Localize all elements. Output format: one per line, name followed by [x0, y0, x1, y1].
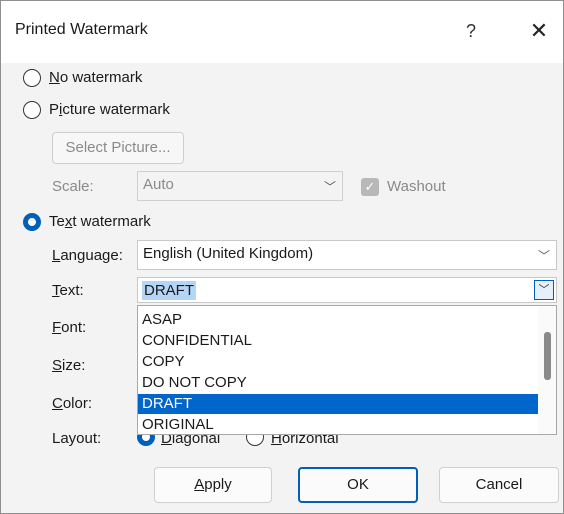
checkmark-icon: ✓	[364, 179, 376, 194]
dropdown-item-asap[interactable]: ASAP	[138, 310, 540, 330]
washout-label: Washout	[387, 178, 446, 195]
no-watermark-radio[interactable]	[23, 69, 41, 87]
ok-button[interactable]: OK	[298, 467, 418, 503]
text-watermark-text: t watermark	[72, 213, 151, 230]
text-combo[interactable]: DRAFT ﹀	[137, 277, 557, 303]
size-accel: S	[52, 357, 63, 374]
no-watermark-label[interactable]: No watermark	[49, 69, 142, 86]
close-button[interactable]: ✕	[521, 13, 557, 49]
color-label-text: olor:	[62, 395, 93, 412]
no-watermark-accel: N	[49, 69, 60, 86]
picture-watermark-text: cture watermark	[62, 101, 170, 118]
dropdown-scrollbar[interactable]	[538, 306, 556, 434]
size-label: Size:	[52, 357, 85, 374]
washout-checkbox[interactable]: ✓	[361, 178, 379, 196]
language-combo[interactable]: English (United Kingdom) ﹀	[137, 240, 557, 270]
chevron-down-icon: ﹀	[323, 180, 336, 194]
text-dropdown-list[interactable]: ASAP CONFIDENTIAL COPY DO NOT COPY DRAFT…	[137, 305, 557, 435]
dropdown-item-do-not-copy[interactable]: DO NOT COPY	[138, 373, 540, 393]
layout-label: Layout:	[52, 430, 102, 447]
text-accel: T	[52, 282, 60, 299]
color-accel: C	[52, 395, 63, 412]
no-watermark-text: o watermark	[59, 69, 143, 86]
cancel-button[interactable]: Cancel	[439, 467, 559, 503]
font-label: Font:	[52, 319, 86, 336]
help-button[interactable]: ?	[453, 13, 489, 49]
scrollbar-thumb[interactable]	[544, 332, 551, 380]
picture-watermark-radio[interactable]	[23, 101, 41, 119]
picture-watermark-pre: P	[49, 101, 60, 118]
text-label-text: ext:	[59, 282, 84, 299]
language-label: Language:	[52, 247, 123, 264]
scale-value: Auto	[143, 176, 174, 193]
select-picture-button[interactable]: Select Picture...	[52, 132, 184, 164]
picture-watermark-label[interactable]: Picture watermark	[49, 101, 170, 118]
title-bar: Printed Watermark ? ✕	[1, 1, 563, 63]
scale-combo[interactable]: Auto ﹀	[137, 171, 343, 201]
apply-label: pply	[204, 476, 232, 493]
apply-button[interactable]: Apply	[154, 467, 272, 503]
dropdown-item-original[interactable]: ORIGINAL	[138, 415, 540, 434]
text-value[interactable]: DRAFT	[142, 281, 196, 300]
dropdown-item-confidential[interactable]: CONFIDENTIAL	[138, 331, 540, 351]
size-label-text: ize:	[62, 357, 86, 374]
text-watermark-pre: Te	[49, 213, 65, 230]
color-label: Color:	[52, 395, 92, 412]
dropdown-item-draft[interactable]: DRAFT	[138, 394, 540, 414]
text-watermark-label[interactable]: Text watermark	[49, 213, 151, 230]
text-watermark-radio[interactable]	[23, 213, 41, 231]
printed-watermark-dialog: Printed Watermark ? ✕ No watermark Pictu…	[0, 0, 564, 514]
text-label: Text:	[52, 282, 84, 299]
font-label-text: ont:	[61, 319, 87, 336]
language-label-text: anguage:	[60, 247, 123, 264]
language-value: English (United Kingdom)	[143, 245, 314, 262]
dropdown-item-copy[interactable]: COPY	[138, 352, 540, 372]
apply-accel: A	[194, 476, 205, 493]
chevron-down-icon[interactable]: ﹀	[534, 280, 554, 300]
dialog-title: Printed Watermark	[15, 21, 148, 38]
font-accel: F	[52, 319, 62, 336]
chevron-down-icon: ﹀	[537, 249, 550, 263]
scale-label: Scale:	[52, 178, 94, 195]
